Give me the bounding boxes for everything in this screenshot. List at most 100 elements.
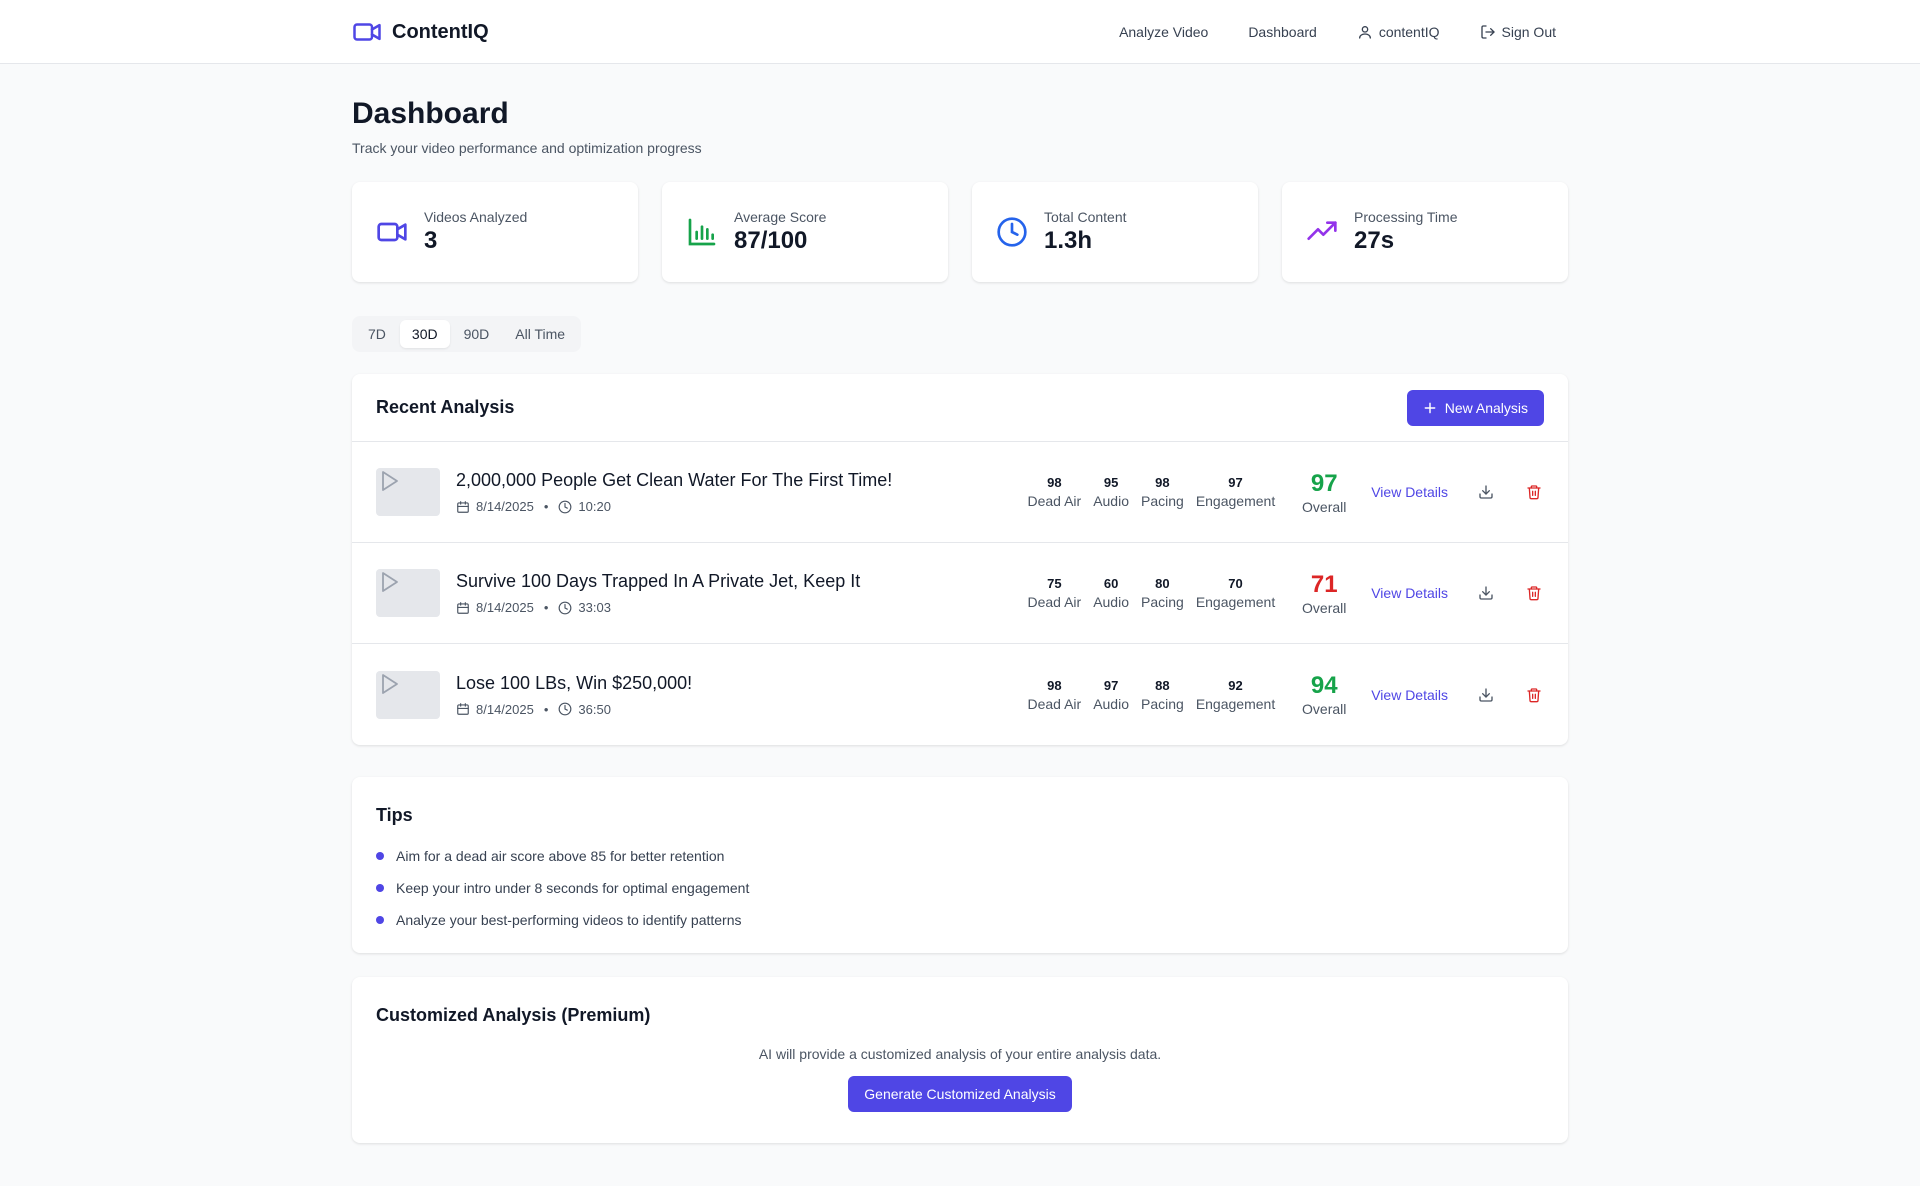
tip-item: Keep your intro under 8 seconds for opti… xyxy=(376,872,1544,904)
tips-list: Aim for a dead air score above 85 for be… xyxy=(376,840,1544,936)
metric-dead-air: 98 Dead Air xyxy=(1021,678,1087,712)
main-nav: Analyze Video Dashboard contentIQ Sign O… xyxy=(1099,0,1568,64)
metric-label: Engagement xyxy=(1195,493,1276,509)
metric-audio: 60 Audio xyxy=(1087,576,1135,610)
view-details-link[interactable]: View Details xyxy=(1371,585,1448,601)
video-title: 2,000,000 People Get Clean Water For The… xyxy=(456,470,893,490)
video-metrics: 75 Dead Air 60 Audio 80 Pacing 70 Engagement xyxy=(1021,576,1281,610)
metric-label: Pacing xyxy=(1141,695,1184,712)
download-button[interactable] xyxy=(1476,482,1496,502)
row-actions: View Details xyxy=(1371,583,1544,603)
calendar-icon xyxy=(457,500,469,513)
generate-analysis-button[interactable]: Generate Customized Analysis xyxy=(848,1076,1072,1112)
top-navbar: ContentIQ Analyze Video Dashboard conten… xyxy=(0,0,1920,64)
nav-user-profile[interactable]: contentIQ xyxy=(1337,24,1460,40)
stat-label: Processing Time xyxy=(1354,209,1458,225)
range-30d[interactable]: 30D xyxy=(399,320,450,348)
metric-value: 60 xyxy=(1103,576,1119,591)
sign-out-button[interactable]: Sign Out xyxy=(1460,24,1568,40)
delete-button[interactable] xyxy=(1524,583,1544,603)
overall-label: Overall xyxy=(1302,599,1347,616)
clock-icon xyxy=(558,601,572,614)
trash-icon xyxy=(1527,485,1541,500)
calendar-icon xyxy=(457,703,469,715)
metric-dead-air: 98 Dead Air xyxy=(1021,475,1087,509)
metric-label: Dead Air xyxy=(1027,493,1082,509)
stat-value: 27s xyxy=(1354,227,1395,254)
overall-label: Overall xyxy=(1302,498,1347,515)
clock-icon xyxy=(558,500,572,513)
download-icon xyxy=(1479,687,1493,702)
video-duration: 33:03 xyxy=(578,600,611,615)
overall-value: 71 xyxy=(1310,570,1338,598)
metric-pacing: 98 Pacing xyxy=(1135,475,1190,509)
range-90d[interactable]: 90D xyxy=(452,320,502,348)
metric-label: Engagement xyxy=(1195,594,1276,610)
metric-value: 88 xyxy=(1155,677,1170,693)
metric-value: 95 xyxy=(1103,475,1119,490)
delete-button[interactable] xyxy=(1524,685,1544,705)
stats-grid: Videos Analyzed 3 Average Score 87/100 T… xyxy=(352,182,1568,282)
metric-label: Dead Air xyxy=(1027,695,1082,712)
play-icon xyxy=(382,471,398,491)
video-thumbnail[interactable] xyxy=(376,468,440,516)
tip-item: Analyze your best-performing videos to i… xyxy=(376,904,1544,936)
tips-card: Tips Aim for a dead air score above 85 f… xyxy=(352,777,1568,953)
nav-analyze-video[interactable]: Analyze Video xyxy=(1099,24,1228,40)
nav-dashboard[interactable]: Dashboard xyxy=(1228,24,1337,40)
video-meta: 8/14/2025 • 10:20 xyxy=(456,499,1021,514)
metric-pacing: 88 Pacing xyxy=(1135,678,1190,712)
metric-pacing: 80 Pacing xyxy=(1135,576,1190,610)
video-meta: 8/14/2025 • 33:03 xyxy=(456,600,1021,615)
brand-name: ContentIQ xyxy=(392,20,489,43)
video-meta: 8/14/2025 • 36:50 xyxy=(456,702,1021,717)
metric-value: 98 xyxy=(1047,475,1062,490)
stat-total-content: Total Content 1.3h xyxy=(972,182,1258,282)
separator-dot: • xyxy=(543,499,549,514)
view-details-link[interactable]: View Details xyxy=(1371,687,1448,703)
delete-button[interactable] xyxy=(1524,482,1544,502)
download-icon xyxy=(1479,586,1493,600)
clock-icon xyxy=(558,702,572,716)
trending-up-icon xyxy=(1307,221,1337,240)
premium-analysis-card: Customized Analysis (Premium) AI will pr… xyxy=(352,977,1568,1143)
video-thumbnail[interactable] xyxy=(376,670,440,719)
premium-title: Customized Analysis (Premium) xyxy=(376,1005,651,1025)
view-details-link[interactable]: View Details xyxy=(1371,484,1448,500)
metric-value: 92 xyxy=(1228,677,1243,693)
metric-value: 70 xyxy=(1228,576,1243,591)
metric-value: 98 xyxy=(1155,475,1170,490)
metric-engagement: 97 Engagement xyxy=(1190,475,1281,509)
dashboard-main: Dashboard Track your video performance a… xyxy=(352,96,1568,1143)
overall-label: Overall xyxy=(1302,701,1347,717)
download-icon xyxy=(1479,485,1493,499)
metric-engagement: 70 Engagement xyxy=(1190,576,1281,610)
stat-label: Average Score xyxy=(734,209,827,225)
metric-value: 97 xyxy=(1103,677,1119,693)
overall-score: 97 Overall xyxy=(1299,470,1349,515)
video-icon xyxy=(377,222,407,242)
metric-value: 97 xyxy=(1228,475,1243,490)
download-button[interactable] xyxy=(1476,685,1496,705)
brand-logo[interactable]: ContentIQ xyxy=(352,17,489,47)
metric-audio: 95 Audio xyxy=(1087,475,1135,509)
overall-score: 71 Overall xyxy=(1299,571,1349,616)
download-button[interactable] xyxy=(1476,583,1496,603)
video-thumbnail[interactable] xyxy=(376,569,440,617)
metric-label: Dead Air xyxy=(1027,594,1082,610)
video-title: Lose 100 LBs, Win $250,000! xyxy=(456,672,693,693)
new-analysis-label: New Analysis xyxy=(1444,399,1528,416)
metric-label: Pacing xyxy=(1141,493,1184,509)
new-analysis-button[interactable]: New Analysis xyxy=(1406,389,1544,426)
video-metrics: 98 Dead Air 95 Audio 98 Pacing 97 Engagement xyxy=(1021,475,1281,509)
plus-icon xyxy=(1424,402,1436,413)
stat-label: Total Content xyxy=(1044,209,1127,225)
range-all-time[interactable]: All Time xyxy=(503,320,577,348)
tip-text: Aim for a dead air score above 85 for be… xyxy=(396,848,725,864)
video-date: 8/14/2025 xyxy=(476,701,534,717)
metric-label: Pacing xyxy=(1141,594,1184,610)
range-7d[interactable]: 7D xyxy=(356,320,398,348)
trash-icon xyxy=(1527,687,1541,702)
clock-icon xyxy=(997,217,1027,247)
metric-value: 98 xyxy=(1047,677,1062,693)
